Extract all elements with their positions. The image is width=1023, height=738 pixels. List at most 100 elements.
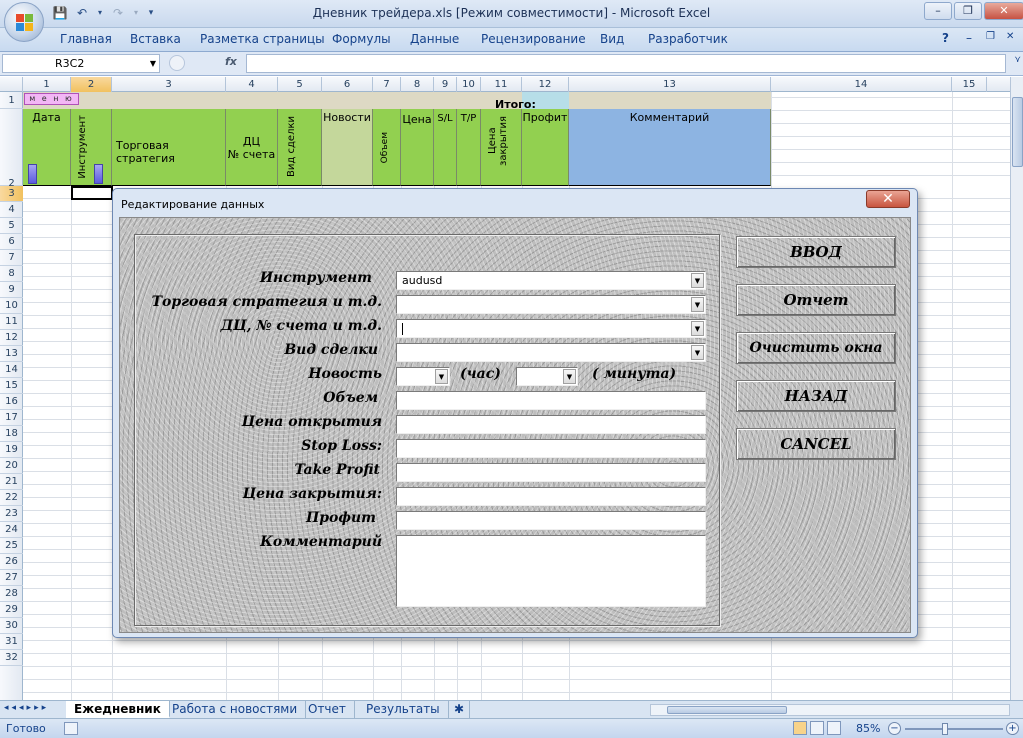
chevron-down-icon[interactable]: ▼ (691, 297, 704, 312)
sheet-tab-news[interactable]: Работа с новостями (164, 701, 307, 718)
page-layout-view-icon[interactable] (810, 721, 824, 735)
chevron-down-icon[interactable]: ▼ (691, 345, 704, 360)
zoom-slider[interactable] (905, 728, 1003, 730)
row-header[interactable]: 24 (0, 522, 23, 538)
row-header[interactable]: 27 (0, 570, 23, 586)
dc-combo[interactable]: ▼ (396, 319, 706, 338)
row-header[interactable]: 32 (0, 650, 23, 666)
row-header[interactable]: 5 (0, 218, 23, 234)
row-header[interactable]: 25 (0, 538, 23, 554)
column-header[interactable]: 3 (112, 77, 226, 92)
deal-type-combo[interactable]: ▼ (396, 343, 706, 362)
chevron-down-icon[interactable]: ▼ (435, 369, 448, 384)
tab-developer[interactable]: Разработчик (648, 32, 728, 46)
news-hour-combo[interactable]: ▼ (396, 367, 450, 386)
row-header[interactable]: 3 (0, 186, 23, 202)
zoom-level[interactable]: 85% (856, 722, 880, 735)
back-button[interactable]: НАЗАД (736, 380, 896, 412)
tab-data[interactable]: Данные (410, 32, 459, 46)
take-profit-input[interactable] (396, 463, 706, 482)
workbook-restore-button[interactable]: ❐ (986, 31, 995, 42)
name-box[interactable]: R3C2 ▼ (2, 54, 160, 73)
tab-insert[interactable]: Вставка (130, 32, 181, 46)
insert-sheet-icon[interactable]: ✱ (446, 701, 470, 718)
profit-input[interactable] (396, 511, 706, 530)
workbook-close-button[interactable]: ✕ (1006, 31, 1014, 42)
row-header[interactable]: 30 (0, 618, 23, 634)
insert-function-icon[interactable]: fx (225, 55, 237, 68)
column-header[interactable]: 7 (373, 77, 401, 92)
office-button[interactable] (4, 2, 44, 42)
zoom-out-button[interactable]: − (888, 722, 901, 735)
active-cell-r3c2[interactable] (71, 186, 113, 200)
close-button[interactable]: ✕ (984, 2, 1023, 20)
row-header[interactable]: 6 (0, 234, 23, 250)
column-header[interactable]: 12 (522, 77, 569, 92)
filter-dropdown-icon[interactable] (28, 164, 37, 184)
row-header[interactable]: 15 (0, 378, 23, 394)
column-header[interactable]: 5 (278, 77, 322, 92)
tab-page-layout[interactable]: Разметка страницы (200, 32, 325, 46)
column-header[interactable]: 11 (481, 77, 522, 92)
sheet-tab-report[interactable]: Отчет (300, 701, 355, 718)
sheet-nav-arrows-icon[interactable]: ◂◂◂▸▸▸ (4, 703, 49, 713)
column-header[interactable]: 6 (322, 77, 373, 92)
comment-textarea[interactable] (396, 535, 706, 607)
column-header[interactable]: 13 (569, 77, 771, 92)
column-header[interactable]: 14 (771, 77, 952, 92)
normal-view-icon[interactable] (793, 721, 807, 735)
close-price-input[interactable] (396, 487, 706, 506)
macro-record-icon[interactable] (64, 722, 78, 735)
dialog-close-button[interactable]: ✕ (866, 190, 910, 208)
enter-button[interactable]: ВВОД (736, 236, 896, 268)
horizontal-scrollbar[interactable] (650, 704, 1010, 716)
row-header[interactable]: 26 (0, 554, 23, 570)
clear-button[interactable]: Очистить окна (736, 332, 896, 364)
strategy-combo[interactable]: ▼ (396, 295, 706, 314)
menu-button[interactable]: м е н ю (24, 93, 79, 105)
row-header[interactable]: 20 (0, 458, 23, 474)
open-price-input[interactable] (396, 415, 706, 434)
row-header[interactable]: 17 (0, 410, 23, 426)
row-header[interactable]: 13 (0, 346, 23, 362)
chevron-down-icon[interactable]: ▼ (563, 369, 576, 384)
formula-cancel-icon[interactable] (169, 55, 185, 71)
row-header[interactable]: 8 (0, 266, 23, 282)
column-header[interactable]: 1 (23, 77, 71, 92)
row-header[interactable]: 22 (0, 490, 23, 506)
column-header[interactable]: 4 (226, 77, 278, 92)
row-header[interactable]: 23 (0, 506, 23, 522)
zoom-in-button[interactable]: + (1006, 722, 1019, 735)
vertical-scrollbar[interactable] (1010, 77, 1023, 700)
minimize-button[interactable]: – (924, 2, 952, 20)
row-header[interactable]: 2 (0, 109, 23, 189)
row-header[interactable]: 9 (0, 282, 23, 298)
workbook-minimize-button[interactable]: – (966, 31, 972, 45)
column-header[interactable]: 10 (457, 77, 481, 92)
zoom-slider-thumb[interactable] (942, 723, 948, 735)
restore-button[interactable]: ❐ (954, 2, 982, 20)
vertical-scroll-thumb[interactable] (1012, 97, 1023, 167)
horizontal-scroll-thumb[interactable] (667, 706, 787, 714)
row-header[interactable]: 1 (0, 92, 23, 109)
page-break-view-icon[interactable] (827, 721, 841, 735)
row-header[interactable]: 10 (0, 298, 23, 314)
tab-formulas[interactable]: Формулы (332, 32, 391, 46)
chevron-down-icon[interactable]: ▼ (691, 273, 704, 288)
row-header[interactable]: 12 (0, 330, 23, 346)
help-icon[interactable]: ? (942, 31, 949, 45)
sheet-tab-results[interactable]: Результаты (358, 701, 449, 718)
select-all-corner[interactable] (0, 77, 23, 92)
tab-review[interactable]: Рецензирование (481, 32, 586, 46)
formula-input[interactable] (246, 54, 1006, 73)
stop-loss-input[interactable] (396, 439, 706, 458)
column-header[interactable]: 9 (434, 77, 457, 92)
report-button[interactable]: Отчет (736, 284, 896, 316)
volume-input[interactable] (396, 391, 706, 410)
row-header[interactable]: 18 (0, 426, 23, 442)
row-header[interactable]: 21 (0, 474, 23, 490)
column-header[interactable]: 2 (71, 77, 112, 92)
row-header[interactable]: 29 (0, 602, 23, 618)
column-header[interactable]: 8 (401, 77, 434, 92)
row-header[interactable]: 31 (0, 634, 23, 650)
